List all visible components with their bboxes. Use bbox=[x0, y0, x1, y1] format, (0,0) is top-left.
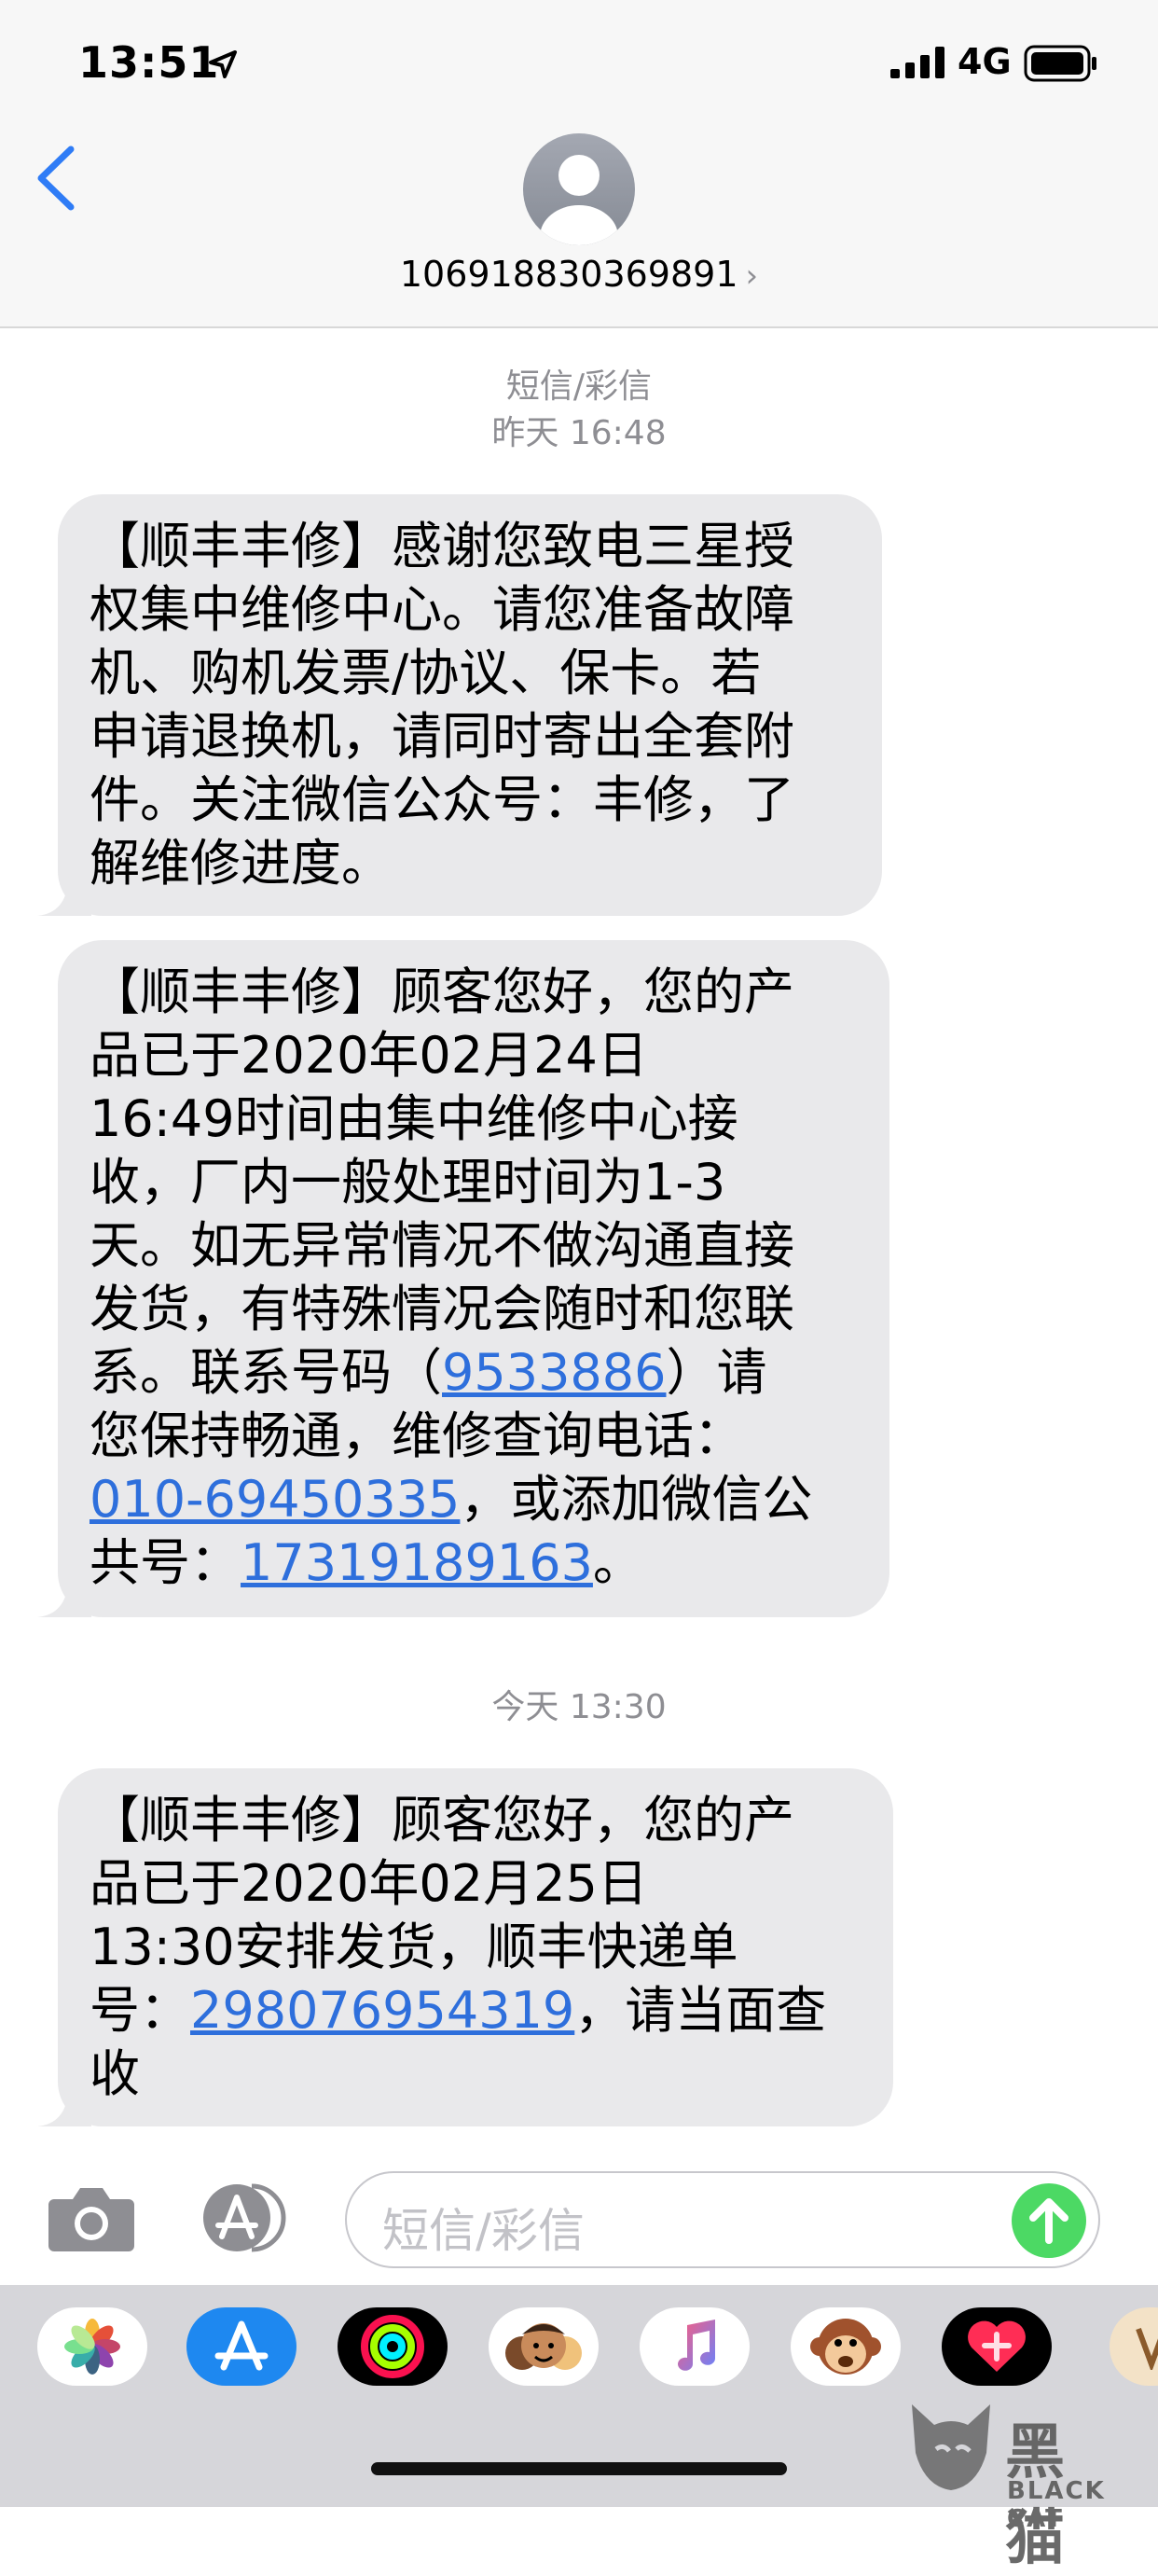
bubble-tail bbox=[37, 877, 91, 916]
monkey-face-icon bbox=[810, 2319, 881, 2375]
timestamp-yesterday: 昨天 16:48 bbox=[0, 410, 1158, 457]
message-text-line: 收，厂内一般处理时间为1-3 bbox=[90, 1153, 726, 1212]
memoji-icon[interactable] bbox=[489, 2307, 599, 2386]
message-bubble[interactable]: 【顺丰丰修】顾客您好，您的产 品已于2020年02月25日 13:30安排发货，… bbox=[37, 1768, 893, 2126]
message-text-line: 010-69450335，或添加微信公 bbox=[90, 1468, 862, 1531]
message-text-line: 解维修进度。 bbox=[90, 834, 392, 893]
bubble-tail bbox=[37, 2087, 91, 2126]
message-text-line: 16:49时间由集中维修中心接 bbox=[90, 1089, 738, 1148]
app-store-glyph-icon bbox=[214, 2320, 269, 2371]
text-segment: 共号： bbox=[90, 1533, 241, 1592]
text-segment: 号： bbox=[90, 1981, 190, 2040]
cellular-signal-icon bbox=[890, 47, 944, 78]
message-text-line: 号：298076954319，请当面查 bbox=[90, 1979, 865, 2043]
digital-touch-icon[interactable] bbox=[942, 2307, 1052, 2386]
text-segment: ）请 bbox=[666, 1343, 767, 1402]
timestamp-time: 13:30 bbox=[569, 1688, 667, 1726]
app-store-drawer-icon[interactable] bbox=[186, 2307, 296, 2386]
home-indicator[interactable] bbox=[371, 2462, 787, 2475]
more-app-icon[interactable] bbox=[1110, 2307, 1158, 2386]
message-text-line: 机、购机发票/协议、保卡。若 bbox=[90, 644, 762, 702]
watermark-subtitle: BLACK CAT bbox=[1007, 2477, 1106, 2533]
message-text-line: 【顺丰丰修】感谢您致电三星授 bbox=[90, 517, 794, 575]
text-segment: ，或添加微信公 bbox=[460, 1470, 813, 1529]
contact-number-text: 106918830369891 bbox=[399, 254, 738, 295]
timestamp-day: 今天 bbox=[491, 1688, 559, 1726]
navigation-header: 13:51 4G 106918830369891 › bbox=[0, 0, 1158, 328]
message-text-line: 申请退换机，请同时寄出全套附 bbox=[90, 707, 794, 766]
text-segment: ，请当面查 bbox=[574, 1981, 827, 2040]
memoji-faces-icon bbox=[505, 2323, 582, 2370]
message-text-line: 发货，有特殊情况会随时和您联 bbox=[90, 1280, 794, 1338]
message-text-line: 【顺丰丰修】顾客您好，您的产 bbox=[90, 1791, 794, 1849]
message-bubble[interactable]: 【顺丰丰修】感谢您致电三星授 权集中维修中心。请您准备故障 机、购机发票/协议、… bbox=[37, 494, 882, 916]
photos-flower-icon bbox=[64, 2319, 120, 2375]
location-arrow-icon bbox=[209, 50, 237, 78]
black-cat-logo-icon bbox=[912, 2404, 990, 2490]
message-text-line: 系。联系号码（9533886）请 bbox=[90, 1341, 862, 1405]
network-type: 4G bbox=[958, 41, 1012, 82]
battery-icon bbox=[1024, 45, 1096, 82]
compose-bar: 短信/彩信 bbox=[0, 2145, 1158, 2285]
message-text-line: 13:30安排发货，顺丰快递单 bbox=[90, 1918, 738, 1976]
send-arrow-icon[interactable] bbox=[1011, 2182, 1087, 2259]
back-chevron-icon[interactable] bbox=[34, 145, 80, 211]
phone-link[interactable]: 010-69450335 bbox=[90, 1470, 460, 1529]
status-time: 13:51 bbox=[78, 37, 220, 88]
message-bubble[interactable]: 【顺丰丰修】顾客您好，您的产 品已于2020年02月24日 16:49时间由集中… bbox=[37, 940, 889, 1617]
camera-icon[interactable] bbox=[47, 2182, 136, 2253]
text-segment: 。 bbox=[592, 1533, 643, 1592]
message-input[interactable]: 短信/彩信 bbox=[345, 2171, 1100, 2268]
photos-icon[interactable] bbox=[37, 2307, 147, 2386]
message-text-line: 您保持畅通，维修查询电话： bbox=[90, 1406, 744, 1465]
message-text-line: 收 bbox=[90, 2044, 140, 2103]
message-input-placeholder: 短信/彩信 bbox=[382, 2204, 585, 2258]
animoji-icon[interactable] bbox=[791, 2307, 901, 2386]
timestamp-today: 今天 13:30 bbox=[0, 1684, 1158, 1731]
contact-avatar-icon[interactable] bbox=[522, 132, 636, 246]
watermark: 黑猫 BLACK CAT bbox=[903, 2397, 1104, 2573]
message-text-line: 共号：17319189163。 bbox=[90, 1531, 862, 1595]
phone-link[interactable]: 17319189163 bbox=[241, 1533, 593, 1592]
music-note-icon bbox=[678, 2320, 715, 2371]
app-store-icon[interactable] bbox=[196, 2182, 296, 2253]
service-label: 短信/彩信 bbox=[505, 367, 653, 406]
music-icon[interactable] bbox=[640, 2307, 750, 2386]
contact-number[interactable]: 106918830369891 › bbox=[0, 254, 1158, 295]
activity-icon[interactable] bbox=[338, 2307, 448, 2386]
bubble-tail bbox=[37, 1578, 91, 1617]
message-text-line: 件。关注微信公众号：丰修，了 bbox=[90, 770, 794, 829]
message-text-line: 品已于2020年02月25日 bbox=[90, 1854, 648, 1913]
message-text-line: 【顺丰丰修】顾客您好，您的产 bbox=[90, 963, 794, 1021]
app-glyph-icon bbox=[1136, 2327, 1158, 2370]
message-text-line: 品已于2020年02月24日 bbox=[90, 1026, 648, 1085]
message-text-line: 权集中维修中心。请您准备故障 bbox=[90, 580, 794, 639]
chevron-right-icon: › bbox=[745, 257, 759, 295]
timestamp-time: 16:48 bbox=[569, 414, 667, 452]
heart-icon bbox=[968, 2320, 1026, 2372]
activity-rings-icon bbox=[361, 2315, 424, 2378]
text-segment: 系。联系号码（ bbox=[90, 1343, 442, 1402]
tracking-number-link[interactable]: 298076954319 bbox=[190, 1981, 574, 2040]
timestamp-day: 昨天 bbox=[491, 414, 559, 452]
message-text-line: 天。如无异常情况不做沟通直接 bbox=[90, 1216, 794, 1275]
phone-link[interactable]: 9533886 bbox=[442, 1343, 667, 1402]
